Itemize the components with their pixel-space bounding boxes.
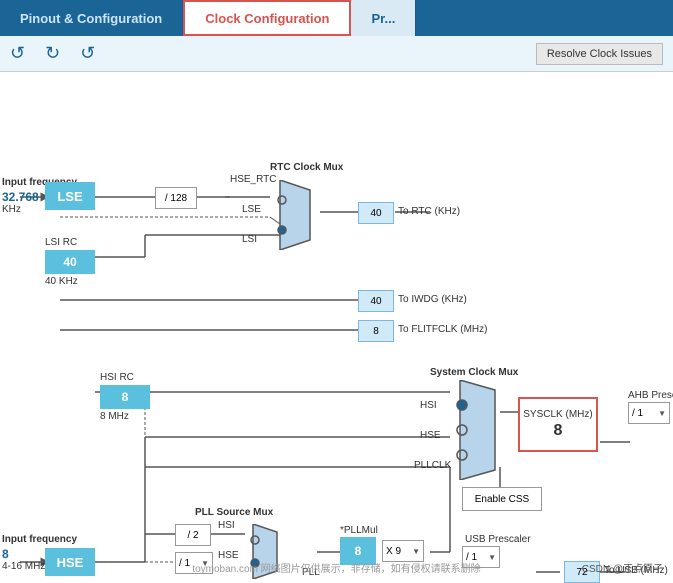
sysclk-box-value: 8 (554, 422, 563, 440)
x9-val: X 9 (386, 546, 401, 557)
undo-icon[interactable]: ↺ (10, 43, 25, 64)
hsi-pll-label: HSI (218, 520, 235, 531)
to-iwdg-value: 40 (370, 296, 381, 307)
lsi-line-label: LSI (242, 234, 257, 245)
to-flit-val-box: 8 (358, 320, 394, 342)
refresh-icon[interactable]: ↺ (80, 43, 95, 64)
tab-clock-label: Clock Configuration (205, 11, 329, 26)
input-freq-top-unit: KHz (2, 204, 21, 215)
hse-div1-val: / 1 (179, 558, 190, 569)
diagram-lines (0, 72, 673, 583)
hsi-rc-label: HSI RC (100, 372, 134, 383)
to-flit-label: To FLITFCLK (MHz) (398, 324, 487, 335)
to-rtc-label: To RTC (KHz) (398, 206, 460, 217)
input-freq-bot-unit: 4-16 MHz (2, 561, 45, 572)
lsi-rc-value: 40 (63, 255, 76, 269)
lsi-rc-label: LSI RC (45, 237, 77, 248)
lse-line-label: LSE (242, 204, 261, 215)
header: Pinout & Configuration Clock Configurati… (0, 0, 673, 36)
hsi-rc-value: 8 (122, 390, 129, 404)
div128-box: / 128 (155, 187, 197, 209)
ahb-val: / 1 (632, 408, 643, 419)
toolbar: ↺ ↻ ↺ Resolve Clock Issues (0, 36, 673, 72)
to-iwdg-val-box: 40 (358, 290, 394, 312)
hsi-rc-box: 8 (100, 385, 150, 409)
hse-label: HSE (57, 555, 84, 570)
div2-box: / 2 (175, 524, 211, 546)
hse-box: HSE (45, 548, 95, 576)
hse-line-label: HSE (420, 430, 441, 441)
to-rtc-val-box: 40 (358, 202, 394, 224)
div128-label: / 128 (165, 193, 187, 204)
lse-label: LSE (57, 189, 82, 204)
sysclk-box: SYSCLK (MHz) 8 (518, 397, 598, 452)
tab-pr[interactable]: Pr... (351, 0, 416, 36)
div2-label: / 2 (187, 530, 198, 541)
rtc-mux-shape (270, 180, 320, 250)
system-mux-shape (450, 380, 505, 480)
tab-pinout[interactable]: Pinout & Configuration (0, 0, 183, 36)
ahb-prescaler-dropdown[interactable]: / 1 (628, 402, 670, 424)
tab-clock[interactable]: Clock Configuration (183, 0, 351, 36)
lsi-rc-box: 40 (45, 250, 95, 274)
system-clock-mux-label: System Clock Mux (430, 367, 518, 378)
tab-pr-label: Pr... (371, 11, 395, 26)
to-iwdg-label: To IWDG (KHz) (398, 294, 467, 305)
clock-diagram-canvas: Input frequency 32.768 KHz LSE LSI RC 40… (0, 72, 673, 583)
to-rtc-value: 40 (370, 208, 381, 219)
pll-source-mux-label: PLL Source Mux (195, 507, 273, 518)
resolve-clock-label: Resolve Clock Issues (547, 48, 652, 60)
hsi-rc-freq-label: 8 MHz (100, 411, 129, 422)
brand-text: CSDN @正点原子 (582, 560, 663, 575)
enable-css-label: Enable CSS (475, 494, 529, 505)
resolve-clock-button[interactable]: Resolve Clock Issues (536, 43, 663, 65)
redo-icon[interactable]: ↻ (45, 43, 60, 64)
pll-val: 8 (355, 544, 362, 558)
pllclk-line-label: PLLCLK (414, 460, 451, 471)
watermark-text: toymoban.com 网络图片仅供展示，非存储，如有侵权请联系删除 (192, 560, 480, 575)
sysclk-box-label: SYSCLK (MHz) (523, 409, 592, 422)
hsi-line-label: HSI (420, 400, 437, 411)
to-flit-value: 8 (373, 326, 379, 337)
pllmul-label: *PLLMul (340, 525, 378, 536)
ahb-prescaler-label: AHB Prescaler (628, 390, 673, 401)
lsi-rc-freq-label: 40 KHz (45, 276, 78, 287)
input-freq-bot-value: 8 (2, 547, 9, 561)
lse-box: LSE (45, 182, 95, 210)
x9-dropdown[interactable]: X 9 (382, 540, 424, 562)
rtc-clock-mux-label: RTC Clock Mux (270, 162, 343, 173)
tab-pinout-label: Pinout & Configuration (20, 11, 162, 26)
input-freq-bot-label: Input frequency (2, 534, 77, 545)
usb-prescaler-label: USB Prescaler (465, 534, 531, 545)
enable-css-box[interactable]: Enable CSS (462, 487, 542, 511)
input-freq-top-value: 32.768 (2, 190, 39, 204)
